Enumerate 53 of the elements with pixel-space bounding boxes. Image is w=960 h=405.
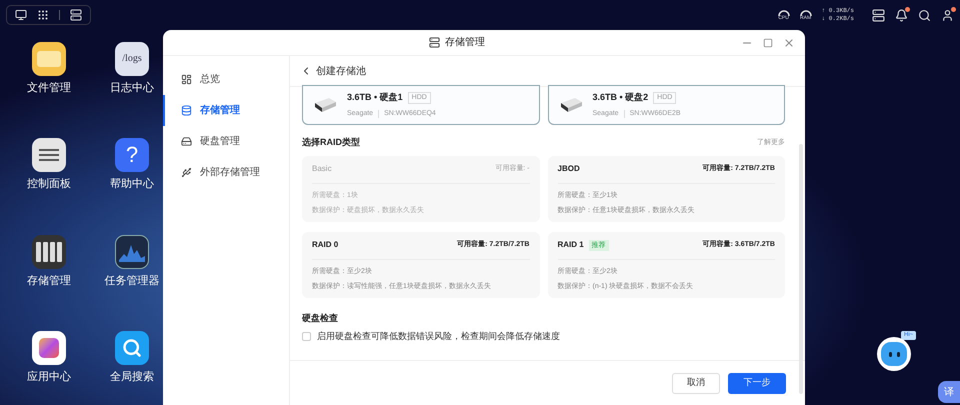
section-title: 硬盘检查 (302, 312, 339, 324)
sliders-icon[interactable] (32, 138, 66, 172)
sidebar-icon (181, 74, 192, 85)
sidebar-item[interactable]: 外部存储管理 (163, 157, 289, 188)
sidebar-item[interactable]: 硬盘管理 (163, 126, 289, 157)
raid-name: RAID 0 (312, 239, 338, 251)
search-icon[interactable] (918, 8, 931, 22)
sidebar-icon (181, 167, 192, 178)
section-title: 选择RAID类型 (302, 136, 360, 149)
hard-drive-icon (558, 97, 582, 113)
checkbox[interactable] (302, 332, 311, 342)
maximize-icon[interactable] (763, 38, 773, 48)
sidebar-item[interactable]: 存储管理 (163, 95, 289, 126)
search-icon[interactable] (115, 330, 149, 365)
gauge-icon[interactable] (800, 9, 812, 16)
assistant-mascot-icon[interactable] (877, 337, 911, 371)
folder-icon[interactable] (32, 42, 66, 76)
sidebar-item[interactable]: 总览 (163, 64, 289, 95)
hard-drive-icon (313, 97, 337, 113)
raid-name: Basic (312, 163, 332, 175)
close-icon[interactable] (783, 36, 795, 48)
window-title: 存储管理 (445, 36, 485, 50)
desktop-shortcut[interactable]: /logs 日志中心 (102, 42, 162, 116)
storage-icon (429, 37, 440, 48)
notification-icon[interactable] (895, 8, 908, 22)
sidebar-icon (181, 105, 192, 116)
help-icon[interactable]: ? (115, 138, 149, 172)
desktop-shortcut[interactable]: 存储管理 (19, 234, 79, 309)
desktop-shortcut[interactable]: 全局搜索 (102, 330, 162, 405)
apps-icon[interactable] (32, 330, 66, 365)
desktop-shortcut[interactable]: 任务管理器 (102, 234, 162, 309)
storage-icon[interactable] (32, 234, 66, 268)
desktop-shortcut[interactable]: 文件管理 (19, 42, 79, 116)
chart-icon[interactable] (115, 234, 149, 268)
disk-name: 3.6TB • 硬盘2 (592, 91, 648, 104)
logs-icon[interactable]: /logs (115, 42, 149, 76)
raid-name: JBOD (558, 163, 580, 175)
desktop-shortcut[interactable]: 应用中心 (19, 330, 79, 405)
cancel-button[interactable]: 取消 (672, 372, 720, 394)
desktop-shortcut[interactable]: ? 帮助中心 (102, 138, 162, 212)
server-icon[interactable] (872, 8, 885, 22)
user-icon[interactable] (941, 8, 954, 22)
grid-icon[interactable] (37, 9, 49, 21)
page-title: 创建存储池 (316, 64, 366, 78)
gauge-icon[interactable] (778, 9, 790, 16)
disk-name: 3.6TB • 硬盘1 (347, 91, 403, 104)
sidebar-icon (181, 136, 192, 147)
desktop-icon[interactable] (15, 9, 27, 21)
storage-icon[interactable] (70, 9, 82, 21)
next-button[interactable]: 下一步 (728, 372, 786, 394)
checkbox-label: 启用硬盘检查可降低数据错误风险，检查期间会降低存储速度 (317, 330, 560, 343)
raid-name: RAID 1 (558, 239, 584, 251)
desktop-shortcut[interactable]: 控制面板 (19, 138, 79, 212)
